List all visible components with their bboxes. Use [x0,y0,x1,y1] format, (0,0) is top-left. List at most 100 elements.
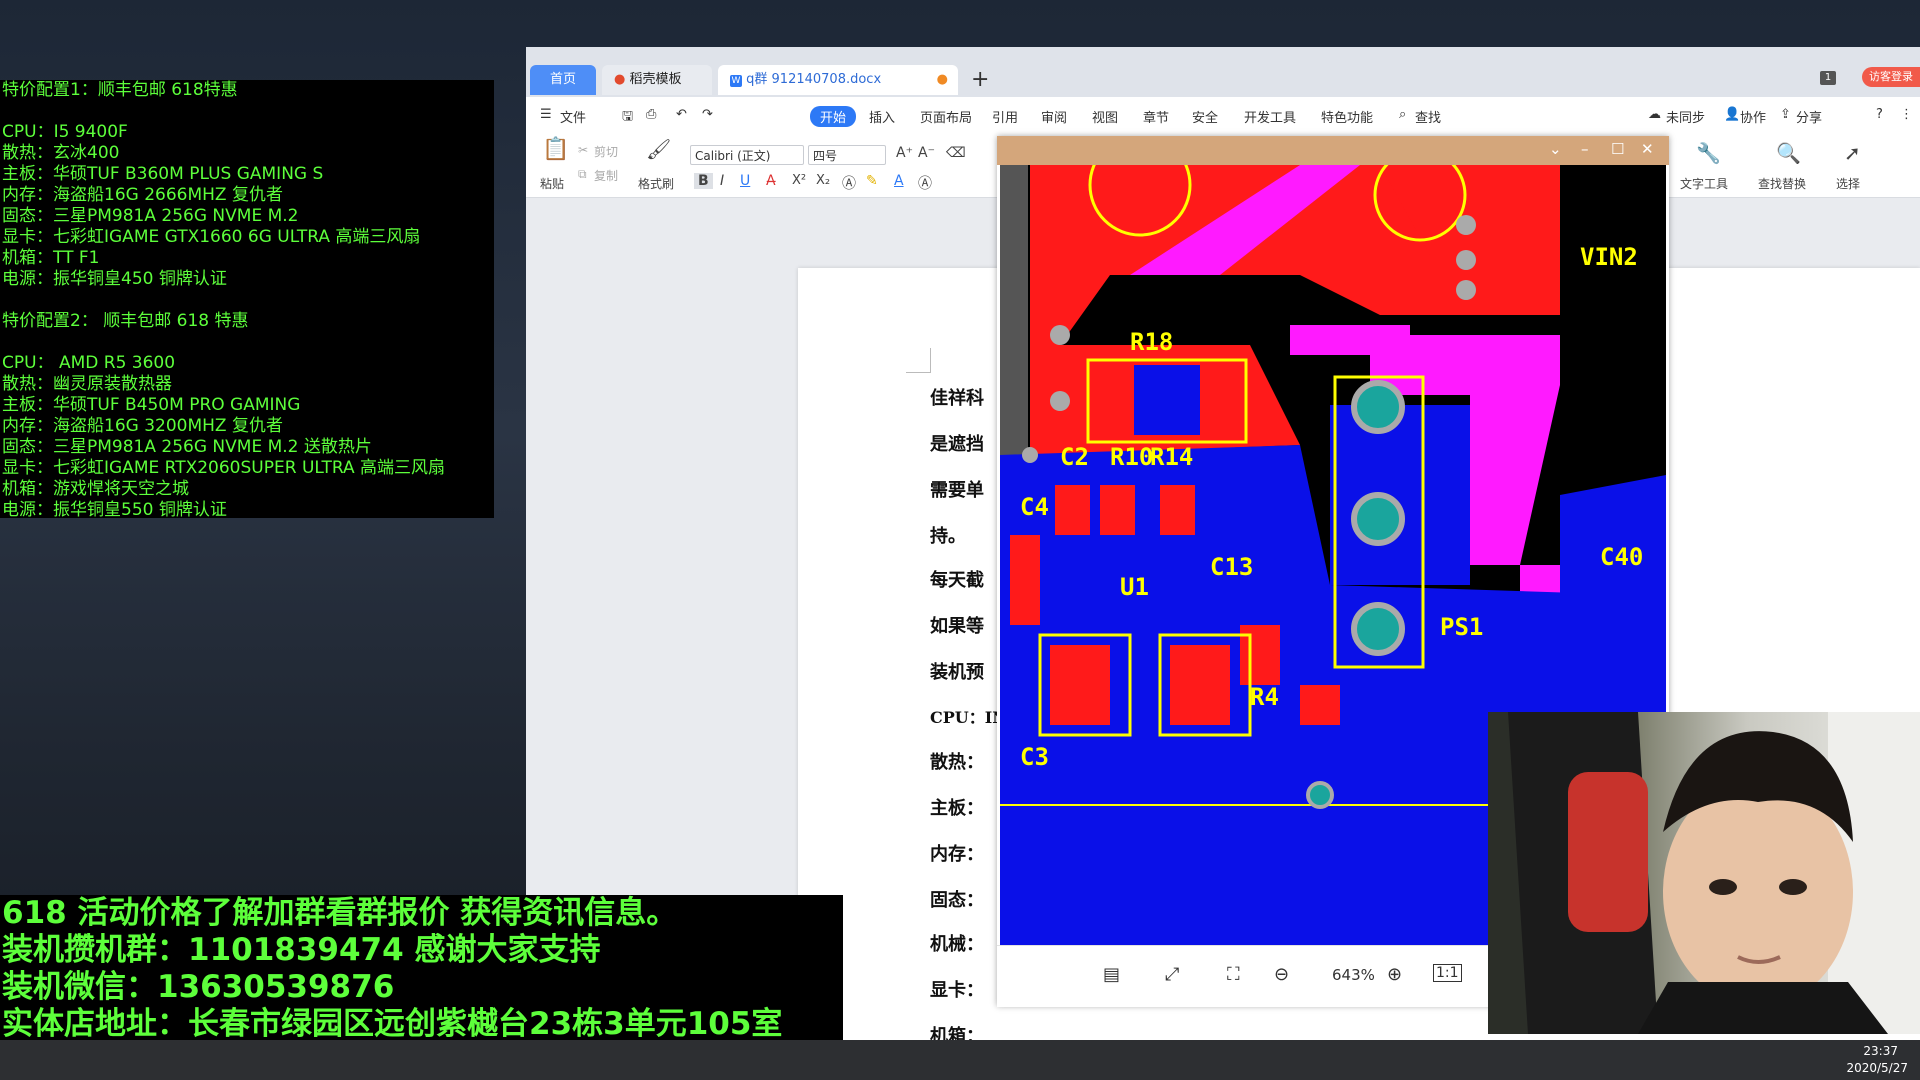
overlay-text-line: 机箱：游戏悍将天空之城 [2,479,189,499]
menu-insert[interactable]: 插入 [869,107,895,126]
zoom-in-icon[interactable]: ⊕ [1387,964,1402,985]
format-painter-button[interactable]: 格式刷 [638,175,674,192]
more-icon[interactable]: ⋮ [1900,107,1913,122]
margin-marker [906,348,931,373]
wrench-icon[interactable]: 🔧 [1696,141,1721,165]
pcb-label: PS1 [1440,613,1483,641]
menu-find[interactable]: 查找 [1415,107,1441,126]
tab-template-label: 稻壳模板 [629,72,682,87]
help-icon[interactable]: ? [1876,107,1883,122]
copy-icon[interactable]: ⧉ [578,167,587,182]
one-to-one-icon[interactable]: 1:1 [1433,964,1462,982]
search-icon[interactable]: ⌕ [1399,107,1406,122]
thumbnails-icon[interactable]: ▤ [1103,964,1120,985]
menu-collaborate[interactable]: 协作 [1740,107,1766,126]
maximize-icon[interactable]: ☐ [1611,140,1624,158]
save-icon[interactable]: 🖫 [622,107,633,129]
italic-button[interactable]: I [720,173,724,189]
doc-line: 每天截 [930,570,984,591]
clear-format-icon[interactable]: ⌫ [946,145,966,161]
menu-review[interactable]: 审阅 [1041,107,1067,126]
print-preview-icon[interactable]: ⎙ [646,107,656,122]
menu-references[interactable]: 引用 [992,107,1018,126]
overlay-text-line: 特价配置1：顺丰包邮 618特惠 [2,80,238,100]
tab-document-label: q群 912140708.docx [746,72,882,87]
menu-share[interactable]: 分享 [1796,107,1822,126]
webcam-graphic [1488,712,1920,1034]
text-effect-icon[interactable]: Ⓐ [842,173,856,193]
bold-button[interactable]: B [694,173,713,189]
menu-developer[interactable]: 开发工具 [1244,107,1296,126]
menu-start[interactable]: 开始 [810,106,857,127]
new-tab-button[interactable]: + [971,67,989,92]
webcam-feed [1488,712,1920,1034]
menu-icon[interactable]: ☰ [540,107,552,122]
magnifier-icon[interactable]: 🔍 [1776,141,1801,165]
superscript-icon[interactable]: X² [792,173,806,188]
strikethrough-icon[interactable]: A̶ [766,173,776,189]
tab-template[interactable]: ● 稻壳模板 [602,65,712,95]
word-doc-icon: W [730,75,742,87]
overlay-text-line: 装机微信：13630539876 [2,969,395,1005]
overlay-text-line: 实体店地址：长春市绿园区远创紫樾台23栋3单元105室 [2,1006,783,1042]
subscript-icon[interactable]: X₂ [816,173,830,188]
overlay-text-line: CPU： AMD R5 3600 [2,353,176,373]
doc-line: 需要单 [930,480,984,501]
overlay-text-line: 内存：海盗船16G 2666MHZ 复仇者 [2,185,283,205]
menu-page-layout[interactable]: 页面布局 [920,107,972,126]
font-size-select[interactable]: 四号 [808,145,886,165]
zoom-level: 643% [1332,966,1375,984]
shrink-font-icon[interactable]: A⁻ [918,145,935,161]
close-icon[interactable]: ✕ [1641,140,1654,158]
grow-font-icon[interactable]: A⁺ [896,145,913,161]
chevron-down-icon[interactable]: ⌄ [1549,140,1562,158]
overlay-text-line: 散热：玄冰400 [2,143,120,163]
char-shading-icon[interactable]: Ⓐ [918,173,932,193]
overlay-text-line: 内存：海盗船16G 3200MHZ 复仇者 [2,416,283,436]
tab-home[interactable]: 首页 [530,65,596,95]
doc-line: 固态： [930,890,984,911]
redo-icon[interactable]: ↷ [702,107,713,122]
cloud-icon: ☁ [1648,107,1661,122]
menu-bar: ☰ 文件 🖫 ⎙ ↶ ↷ 开始 插入 页面布局 引用 审阅 视图 章节 安全 开… [526,97,1920,135]
viewer-titlebar[interactable]: ⌄ – ☐ ✕ [997,136,1669,165]
cut-button[interactable]: 剪切 [594,143,618,160]
undo-icon[interactable]: ↶ [676,107,687,122]
format-painter-icon[interactable]: 🖌 [646,137,671,161]
doc-line: CPU：IN [930,708,1007,727]
select-button[interactable]: 选择 [1836,175,1860,192]
menu-security[interactable]: 安全 [1192,107,1218,126]
underline-button[interactable]: U [740,173,750,189]
menu-sync[interactable]: 未同步 [1666,107,1705,126]
actual-size-icon[interactable]: ⛶ [1227,964,1240,985]
menu-file[interactable]: 文件 [560,107,586,126]
fit-window-icon[interactable]: ⤢ [1165,964,1179,985]
clock-date[interactable]: 2020/5/27 [1846,1061,1908,1075]
highlight-icon[interactable]: ✎ [866,173,878,189]
overlay-text-line: 主板：华硕TUF B450M PRO GAMING [2,395,301,415]
menu-view[interactable]: 视图 [1092,107,1118,126]
overlay-text-line: 装机攒机群：1101839474 感谢大家支持 [2,932,601,968]
tab-document[interactable]: W q群 912140708.docx ● [718,65,958,95]
menu-special[interactable]: 特色功能 [1321,107,1373,126]
find-replace-button[interactable]: 查找替换 [1758,175,1806,192]
guest-login-button[interactable]: 访客登录 [1862,67,1920,87]
scissors-icon[interactable]: ✂ [578,143,588,157]
copy-button[interactable]: 复制 [594,167,618,184]
font-color-icon[interactable]: A [894,173,904,189]
overlay-text-line: 电源：振华铜皇450 铜牌认证 [2,269,227,289]
paste-icon[interactable]: 📋 [542,137,569,162]
text-tools-button[interactable]: 文字工具 [1680,175,1728,192]
minimize-icon[interactable]: – [1581,140,1589,158]
clock-time[interactable]: 23:37 [1863,1044,1898,1058]
zoom-out-icon[interactable]: ⊖ [1274,964,1289,985]
menu-chapter[interactable]: 章节 [1143,107,1169,126]
cursor-icon[interactable]: ➚ [1844,141,1861,165]
font-family-select[interactable]: Calibri (正文) [690,145,804,165]
pcb-label: R10 [1110,443,1153,471]
overlay-blank-line [2,332,492,353]
paste-button[interactable]: 粘贴 [540,175,564,192]
pcb-label: U1 [1120,573,1149,601]
window-count-badge: 1 [1820,71,1836,85]
overlay-text-line: 散热：幽灵原装散热器 [2,374,172,394]
